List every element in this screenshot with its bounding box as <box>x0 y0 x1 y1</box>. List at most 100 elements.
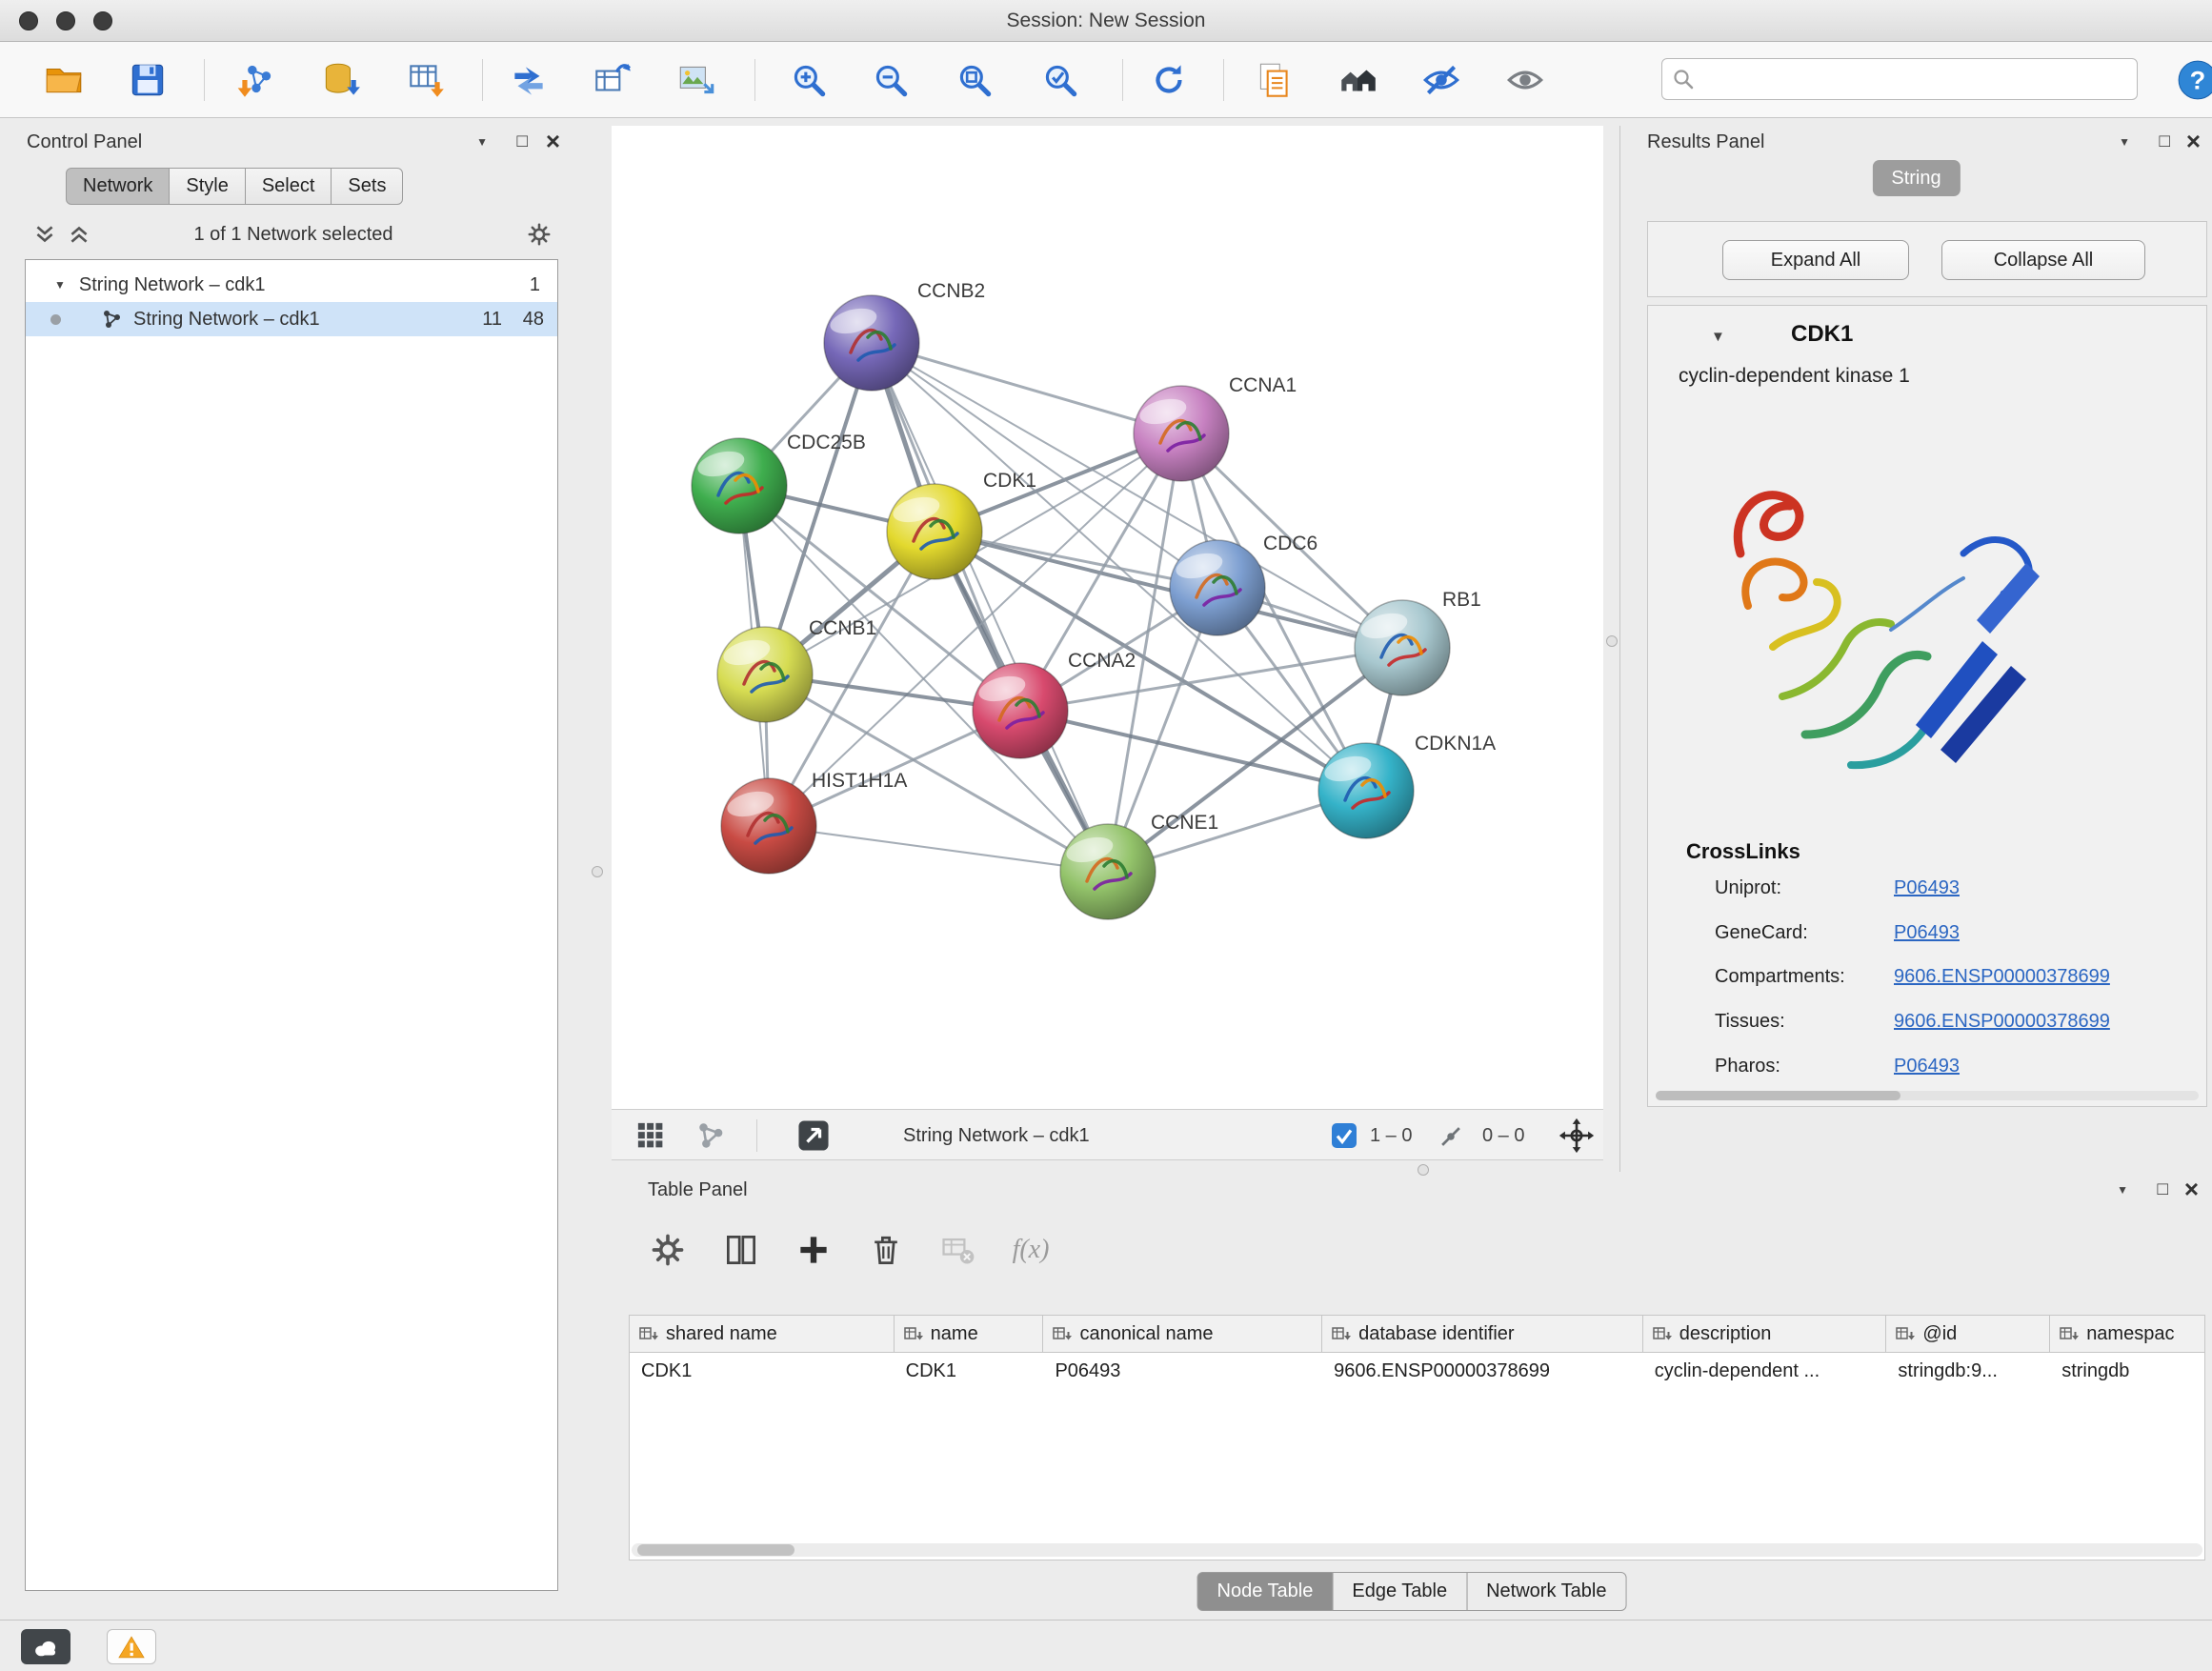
panel-close-icon[interactable]: × <box>2184 1179 2199 1198</box>
columns-icon <box>722 1231 760 1269</box>
panel-close-icon[interactable]: × <box>2186 131 2201 151</box>
zoom-in-button[interactable] <box>783 54 835 106</box>
help-button[interactable]: ? <box>2172 54 2212 106</box>
zoom-selected-button[interactable] <box>1035 54 1086 106</box>
show-all-button[interactable] <box>1499 54 1551 106</box>
eye-icon <box>1503 58 1547 102</box>
table-horizontal-scrollbar[interactable] <box>632 1543 2202 1557</box>
network-row-selected[interactable]: String Network – cdk1 11 48 <box>26 302 557 336</box>
network-edge <box>769 826 1108 872</box>
search-input[interactable] <box>1702 69 2127 91</box>
panel-close-icon[interactable]: × <box>546 131 560 151</box>
left-splitter-handle[interactable] <box>592 866 603 877</box>
move-crosshair-icon[interactable] <box>1558 1117 1595 1154</box>
import-network-from-database-button[interactable] <box>314 54 366 106</box>
panel-float-icon[interactable]: □ <box>517 131 528 152</box>
results-scrollbar[interactable] <box>1656 1091 2199 1100</box>
right-splitter-handle[interactable] <box>1606 635 1618 647</box>
network-node-HIST1H1A[interactable] <box>721 778 816 874</box>
network-node-CCNE1[interactable] <box>1060 824 1156 919</box>
birdseye-toggle-icon[interactable] <box>796 1118 831 1153</box>
column-header[interactable]: database identifier <box>1322 1316 1643 1352</box>
tab-sets[interactable]: Sets <box>331 168 403 205</box>
column-header[interactable]: name <box>895 1316 1044 1352</box>
tab-node-table[interactable]: Node Table <box>1197 1572 1334 1611</box>
houses-icon <box>1336 58 1379 102</box>
panel-float-icon[interactable]: □ <box>2158 1179 2168 1200</box>
open-session-button[interactable] <box>38 54 90 106</box>
selected-checkbox-icon[interactable] <box>1332 1123 1357 1148</box>
panel-menu-icon[interactable]: ▼ <box>2119 135 2130 149</box>
delete-column-button[interactable] <box>863 1227 909 1273</box>
sort-column-icon <box>1332 1325 1351 1342</box>
network-node-CCNB1[interactable] <box>717 627 813 722</box>
refresh-button[interactable] <box>1143 54 1195 106</box>
column-header[interactable]: namespac <box>2050 1316 2204 1352</box>
network-node-CCNA2[interactable] <box>973 663 1068 758</box>
column-header[interactable]: description <box>1643 1316 1887 1352</box>
crosslink-pharos-link[interactable]: P06493 <box>1894 1056 1960 1077</box>
network-collection-row[interactable]: ▼ String Network – cdk1 1 <box>26 268 557 302</box>
zoom-out-button[interactable] <box>865 54 916 106</box>
expand-all-icon[interactable] <box>67 222 91 247</box>
crosslink-genecard-link[interactable]: P06493 <box>1894 922 1960 944</box>
tab-string[interactable]: String <box>1872 160 1960 196</box>
crosslink-compartments-link[interactable]: 9606.ENSP00000378699 <box>1894 966 2110 988</box>
panel-menu-icon[interactable]: ▼ <box>2117 1183 2128 1197</box>
network-node-CDK1[interactable] <box>887 484 982 579</box>
network-node-CDC25B[interactable] <box>692 438 787 534</box>
tab-select[interactable]: Select <box>245 168 332 205</box>
collapse-all-button[interactable]: Collapse All <box>1941 240 2145 280</box>
export-image-button[interactable] <box>671 54 722 106</box>
network-node-CDC6[interactable] <box>1170 540 1265 635</box>
show-columns-button[interactable] <box>718 1227 764 1273</box>
network-node-CCNB2[interactable] <box>824 295 919 391</box>
selected-counter: 1 – 0 <box>1370 1110 1412 1161</box>
node-label-HIST1H1A: HIST1H1A <box>812 770 907 792</box>
zoom-out-icon <box>869 58 913 102</box>
crosslink-tissues-link[interactable]: 9606.ENSP00000378699 <box>1894 1011 2110 1033</box>
tab-style[interactable]: Style <box>169 168 245 205</box>
duplicate-document-button[interactable] <box>1248 54 1299 106</box>
import-table-button[interactable] <box>400 54 452 106</box>
collapse-all-icon[interactable] <box>32 222 57 247</box>
table-settings-button[interactable] <box>645 1227 691 1273</box>
table-body: CDK1 CDK1 P06493 9606.ENSP00000378699 cy… <box>629 1353 2205 1560</box>
network-svg[interactable]: CCNB2CCNA1CDC25BCDK1CDC6RB1CCNB1CCNA2CDK… <box>612 126 1603 1109</box>
network-edge <box>935 532 1402 648</box>
tab-edge-table[interactable]: Edge Table <box>1332 1572 1467 1611</box>
tab-network-table[interactable]: Network Table <box>1466 1572 1626 1611</box>
tree-expand-icon[interactable]: ▼ <box>54 278 66 292</box>
network-canvas[interactable]: CCNB2CCNA1CDC25BCDK1CDC6RB1CCNB1CCNA2CDK… <box>612 126 1603 1109</box>
cloud-button[interactable] <box>21 1629 70 1664</box>
new-network-from-selection-button[interactable] <box>587 54 638 106</box>
search-box[interactable] <box>1661 58 2138 100</box>
gear-icon[interactable] <box>526 221 553 248</box>
save-session-button[interactable] <box>122 54 173 106</box>
hide-selected-button[interactable] <box>1416 54 1467 106</box>
import-network-from-file-button[interactable] <box>231 54 282 106</box>
scrollbar-thumb[interactable] <box>637 1544 794 1556</box>
function-builder-button-disabled: f(x) <box>1008 1227 1054 1273</box>
first-neighbors-button[interactable] <box>503 54 554 106</box>
column-header[interactable]: canonical name <box>1043 1316 1322 1352</box>
add-column-button[interactable] <box>791 1227 836 1273</box>
crosslink-uniprot-link[interactable]: P06493 <box>1894 877 1960 899</box>
column-header[interactable]: shared name <box>630 1316 895 1352</box>
control-panel-tabs: NetworkStyleSelectSets <box>66 168 403 205</box>
network-view-share-icon[interactable] <box>695 1119 728 1152</box>
gene-collapse-icon[interactable]: ▼ <box>1711 329 1725 345</box>
panel-float-icon[interactable]: □ <box>2160 131 2170 152</box>
network-node-RB1[interactable] <box>1355 600 1450 695</box>
expand-all-button[interactable]: Expand All <box>1722 240 1909 280</box>
grid-view-icon[interactable] <box>634 1119 667 1152</box>
zoom-fit-button[interactable] <box>949 54 1000 106</box>
column-header[interactable]: @id <box>1886 1316 2050 1352</box>
table-row[interactable]: CDK1 CDK1 P06493 9606.ENSP00000378699 cy… <box>630 1353 2204 1389</box>
network-node-CDKN1A[interactable] <box>1318 743 1414 838</box>
panel-menu-icon[interactable]: ▼ <box>476 135 488 149</box>
warnings-button[interactable] <box>107 1629 156 1664</box>
network-node-CCNA1[interactable] <box>1134 386 1229 481</box>
houses-button[interactable] <box>1332 54 1383 106</box>
tab-network[interactable]: Network <box>66 168 170 205</box>
